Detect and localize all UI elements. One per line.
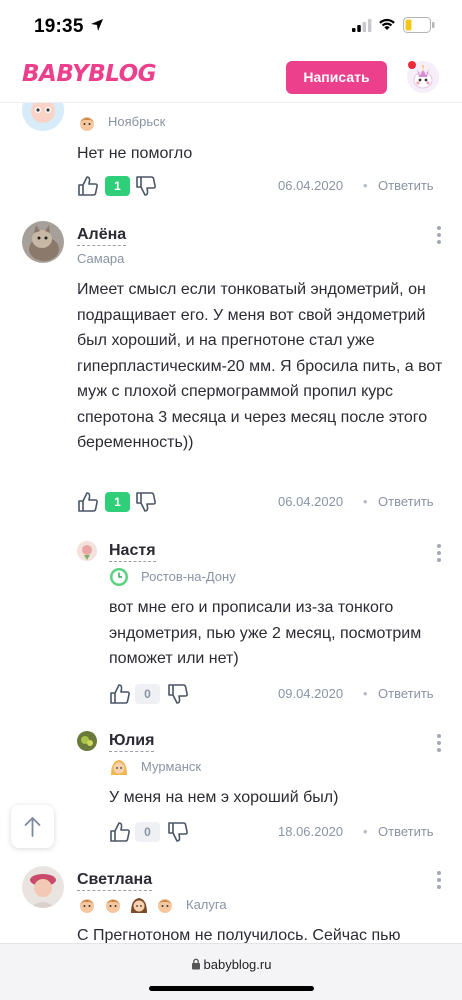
- avatar[interactable]: [22, 221, 64, 263]
- url-display[interactable]: babyblog.ru: [0, 957, 462, 972]
- status-time: 19:35: [34, 16, 84, 37]
- rose-avatar-icon: [77, 541, 97, 561]
- comment-actions: 1 06.04.2020 • Ответить: [77, 491, 447, 515]
- separator: •: [363, 494, 368, 509]
- thumb-down-icon[interactable]: [167, 683, 189, 705]
- cat-avatar-icon: [22, 221, 64, 263]
- like-count: 1: [105, 492, 130, 512]
- separator: •: [363, 686, 368, 701]
- comment-text: вот мне его и прописали из-за тонкого эн…: [109, 599, 422, 667]
- reply-link[interactable]: Ответить: [378, 494, 434, 509]
- reply-comment: Настя Ростов-на-Дону вот мне его и пропи…: [0, 539, 462, 709]
- woman-avatar-icon: [22, 866, 64, 908]
- author-city: Ростов-на-Дону: [141, 569, 236, 584]
- author-name[interactable]: Светлана: [77, 871, 153, 891]
- thumb-up-icon[interactable]: [77, 491, 99, 513]
- more-dots-icon[interactable]: [436, 871, 442, 891]
- plant-avatar-icon: [77, 731, 97, 751]
- home-indicator: [149, 986, 314, 991]
- more-dots-icon[interactable]: [436, 226, 442, 246]
- child-badge-icon: [80, 899, 94, 913]
- comment-date: 09.04.2020: [278, 686, 344, 701]
- author-city: Самара: [77, 251, 125, 266]
- notification-dot: [408, 61, 416, 69]
- like-count: 0: [135, 684, 160, 704]
- thumb-down-icon[interactable]: [167, 821, 189, 843]
- author-city: Ноябрьск: [108, 114, 166, 129]
- more-dots-icon[interactable]: [436, 734, 442, 754]
- thumb-down-icon[interactable]: [135, 175, 157, 197]
- status-bar: 19:35: [0, 0, 462, 50]
- location-arrow-icon: [91, 19, 103, 31]
- comment-actions: 0 09.04.2020 • Ответить: [109, 683, 449, 707]
- author-name[interactable]: Настя: [109, 542, 156, 562]
- comment-actions: 0 18.06.2020 • Ответить: [109, 821, 449, 845]
- girl-badge-icon: [111, 760, 127, 775]
- comments-list: Ноябрьск Нет не помогло 1 06.04.2020 • О…: [0, 103, 462, 943]
- author-name[interactable]: Алёна: [77, 226, 127, 246]
- arrow-up-icon: [24, 817, 41, 837]
- avatar[interactable]: [77, 731, 97, 751]
- comment-text: Имеет смысл если тонковатый эндометрий, …: [77, 281, 443, 451]
- browser-url-bar[interactable]: babyblog.ru: [0, 943, 462, 1000]
- lock-icon: [191, 958, 200, 970]
- separator: •: [363, 824, 368, 839]
- comment-text: У меня на нем э хороший был): [109, 789, 339, 806]
- comment: Светлана Калуга С Прегнотоном не получил…: [0, 866, 462, 943]
- reply-link[interactable]: Ответить: [378, 178, 434, 193]
- site-header: BABYBLOG Написать: [0, 50, 462, 103]
- avatar[interactable]: [77, 541, 97, 561]
- author-name[interactable]: Юлия: [109, 732, 155, 752]
- comment-actions: 1 06.04.2020 • Ответить: [77, 175, 447, 199]
- more-dots-icon[interactable]: [436, 544, 442, 564]
- write-button[interactable]: Написать: [286, 61, 387, 94]
- url-text: babyblog.ru: [203, 957, 272, 972]
- reply-link[interactable]: Ответить: [378, 824, 434, 839]
- comment: Алёна Самара Имеет смысл если тонковатый…: [0, 221, 462, 521]
- child-badge-icon: [158, 899, 172, 913]
- scroll-to-top-button[interactable]: [11, 805, 54, 848]
- baby-avatar-icon: [22, 103, 64, 131]
- like-count: 0: [135, 822, 160, 842]
- comment-date: 06.04.2020: [278, 494, 344, 509]
- thumb-up-icon[interactable]: [109, 821, 131, 843]
- child-badge-icon: [106, 899, 120, 913]
- comment: Ноябрьск Нет не помогло 1 06.04.2020 • О…: [0, 103, 462, 199]
- wifi-icon: [379, 18, 395, 30]
- thumb-up-icon[interactable]: [77, 175, 99, 197]
- avatar[interactable]: [22, 866, 64, 908]
- girl-badge-icon: [131, 898, 147, 913]
- child-badge-icon: [80, 117, 94, 131]
- reply-comment: Юлия Мурманск У меня на нем э хороший бы…: [0, 729, 462, 849]
- thumb-down-icon[interactable]: [135, 491, 157, 513]
- comment-date: 06.04.2020: [278, 178, 344, 193]
- author-city: Калуга: [186, 897, 227, 912]
- comment-text: Нет не помогло: [77, 145, 193, 162]
- thumb-up-icon[interactable]: [109, 683, 131, 705]
- author-city: Мурманск: [141, 759, 202, 774]
- like-count: 1: [105, 176, 130, 196]
- avatar[interactable]: [22, 103, 64, 131]
- babyblog-logo[interactable]: BABYBLOG: [22, 61, 157, 87]
- comment-text: С Прегнотоном не получилось. Сейчас пью: [77, 927, 401, 943]
- separator: •: [363, 178, 368, 193]
- clock-badge-icon: [110, 568, 128, 586]
- comment-date: 18.06.2020: [278, 824, 344, 839]
- signal-icon: [352, 19, 372, 32]
- reply-link[interactable]: Ответить: [378, 686, 434, 701]
- battery-icon: [403, 17, 435, 33]
